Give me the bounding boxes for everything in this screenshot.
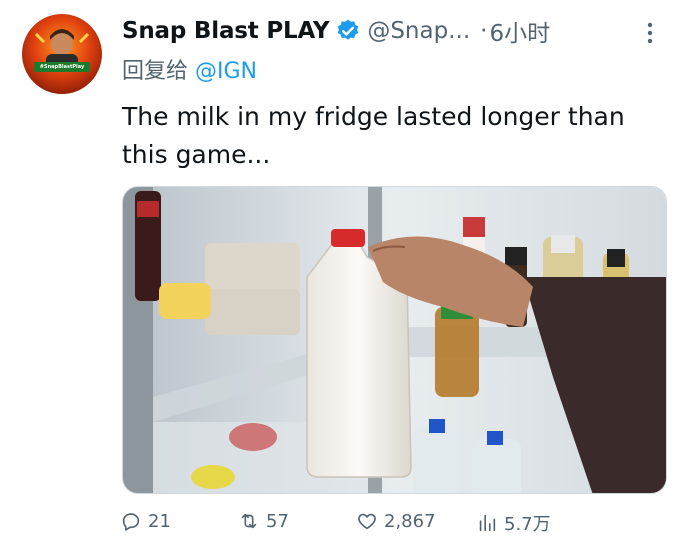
separator-dot: · — [480, 18, 488, 44]
retweet-button[interactable]: 57 — [238, 510, 289, 532]
tweet-header: Snap Blast PLAY @Snap... · 6小时 — [122, 14, 550, 48]
heart-icon — [358, 513, 376, 530]
tweet-text: The milk in my fridge lasted longer than… — [122, 102, 625, 169]
verified-badge-icon — [338, 19, 359, 40]
avatar-badge: #SnapBlastPlay — [34, 62, 90, 72]
reply-count: 21 — [148, 510, 171, 532]
reply-prefix: 回复给 — [122, 59, 189, 84]
retweet-count: 57 — [266, 510, 289, 532]
reply-icon — [122, 513, 140, 531]
tweet-photo[interactable] — [122, 186, 667, 494]
more-options-icon[interactable] — [640, 20, 660, 46]
author-display-name[interactable]: Snap Blast PLAY — [122, 18, 330, 44]
reply-button[interactable]: 21 — [120, 510, 171, 532]
action-bar: 21 57 2,867 5.7万 — [0, 510, 690, 540]
retweet-icon — [241, 513, 257, 529]
views-button[interactable]: 5.7万 — [476, 510, 551, 536]
reply-mention-link[interactable]: @IGN — [195, 59, 257, 84]
avatar-image — [34, 29, 90, 72]
author-handle[interactable]: @Snap... — [367, 18, 470, 44]
fridge-milk-photo — [123, 187, 666, 493]
like-button[interactable]: 2,867 — [356, 510, 436, 532]
replying-to: 回复给 @IGN — [122, 53, 257, 85]
like-count: 2,867 — [384, 510, 436, 532]
author-avatar[interactable]: #SnapBlastPlay — [22, 14, 102, 94]
views-count: 5.7万 — [504, 514, 551, 535]
views-chart-icon — [479, 514, 496, 532]
tweet-timestamp[interactable]: 6小时 — [489, 14, 550, 48]
